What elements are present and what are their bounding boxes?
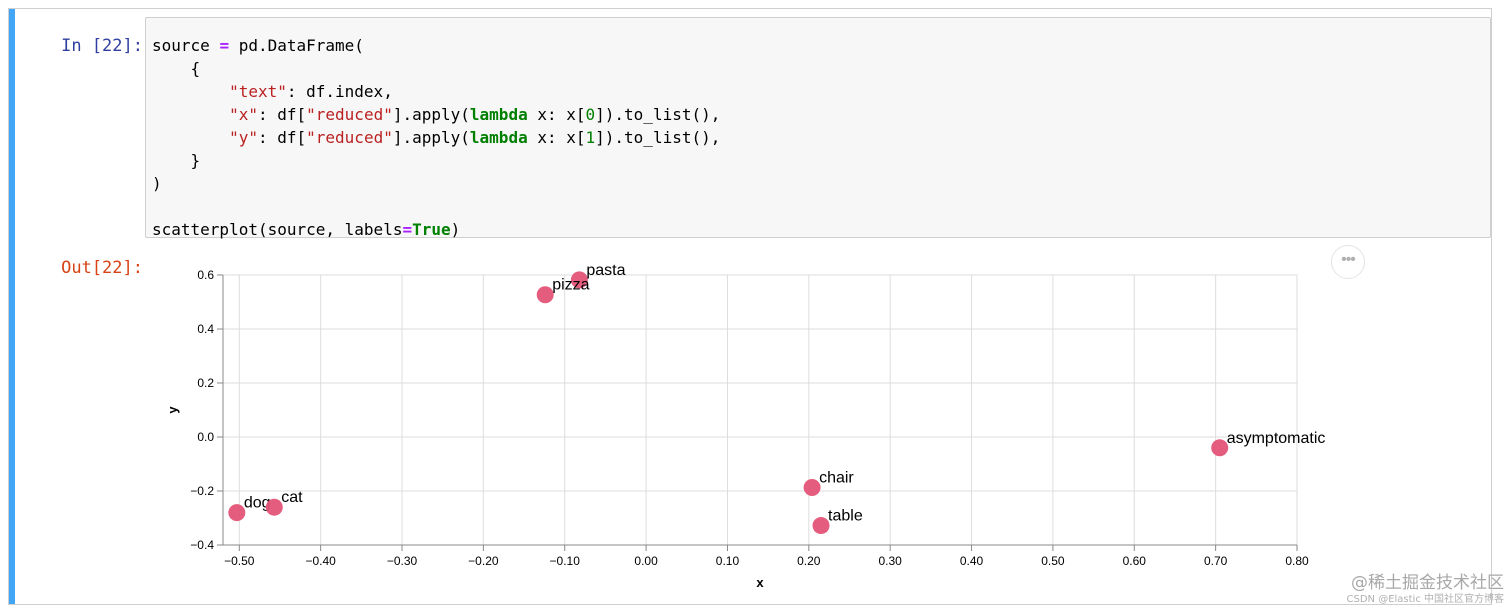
code-token: ]).to_list(), bbox=[595, 128, 721, 147]
watermark-line2: CSDN @Elastic 中国社区官方博客 bbox=[1346, 594, 1505, 605]
point-label: cat bbox=[281, 489, 303, 506]
scatter-chart: −0.50 −0.40 −0.30 −0.20 −0.10 0.00 0.10 0.20 0.3… bbox=[145, 247, 1491, 602]
y-tick-label: 0.4 bbox=[197, 322, 214, 336]
point-label: pizza bbox=[552, 277, 589, 294]
code-line: { bbox=[152, 59, 201, 78]
code-text[interactable]: source = pd.DataFrame( { "text": df.inde… bbox=[146, 18, 1490, 241]
code-line: scatterplot(source, labels=True) bbox=[152, 220, 460, 239]
scatter-point bbox=[228, 504, 246, 522]
code-token: 0 bbox=[585, 105, 596, 124]
code-token: = bbox=[402, 220, 413, 239]
watermark: @稀土掘金技术社区 CSDN @Elastic 中国社区官方博客 bbox=[1347, 573, 1505, 607]
code-token: pd.DataFrame( bbox=[229, 36, 364, 55]
code-token: } bbox=[152, 151, 201, 170]
scatter-point bbox=[803, 478, 821, 496]
code-token: x: x[ bbox=[527, 128, 586, 147]
x-tick-label: 0.30 bbox=[879, 554, 903, 568]
y-axis-title: y bbox=[165, 406, 180, 414]
code-token: "text" bbox=[229, 82, 287, 101]
y-tick-label: 0.0 bbox=[197, 430, 214, 444]
code-token: lambda bbox=[469, 105, 528, 124]
plot-frame bbox=[222, 274, 1298, 546]
point-label: asymptomatic bbox=[1227, 430, 1326, 447]
x-tick-label: 0.70 bbox=[1204, 554, 1228, 568]
x-tick-label: −0.30 bbox=[387, 554, 418, 568]
code-token: True bbox=[412, 220, 451, 239]
x-tick-label: −0.20 bbox=[468, 554, 499, 568]
scatter-point bbox=[536, 286, 554, 304]
chart-actions-menu-icon[interactable]: ••• bbox=[1331, 245, 1365, 279]
code-token: ) bbox=[450, 220, 461, 239]
code-token: : df[ bbox=[257, 105, 307, 124]
x-tick-label: 0.40 bbox=[960, 554, 984, 568]
scatter-point bbox=[1211, 439, 1229, 457]
code-token: { bbox=[152, 59, 201, 78]
x-tick-label: −0.10 bbox=[550, 554, 581, 568]
code-token: lambda bbox=[469, 128, 528, 147]
code-token: ]).to_list(), bbox=[595, 105, 721, 124]
watermark-line1: @稀土掘金技术社区 bbox=[1351, 573, 1504, 593]
code-token: "reduced" bbox=[306, 105, 393, 124]
code-line: "y": df["reduced"].apply(lambda x: x[1])… bbox=[152, 128, 720, 147]
code-token: ].apply( bbox=[392, 128, 470, 147]
x-tick-label: −0.50 bbox=[224, 554, 255, 568]
point-label: pasta bbox=[586, 262, 625, 279]
y-tick-label: 0.2 bbox=[197, 376, 214, 390]
x-tick-label: 0.20 bbox=[797, 554, 821, 568]
code-token: = bbox=[219, 36, 230, 55]
code-token: ].apply( bbox=[392, 105, 470, 124]
point-label: chair bbox=[819, 469, 854, 486]
code-token: 1 bbox=[585, 128, 596, 147]
code-line: "text": df.index, bbox=[152, 82, 393, 101]
y-tick-label: −0.2 bbox=[190, 484, 214, 498]
code-line: "x": df["reduced"].apply(lambda x: x[0])… bbox=[152, 105, 720, 124]
code-token: source bbox=[152, 36, 220, 55]
output-prompt: Out[22]: bbox=[61, 258, 143, 278]
code-token: x: x[ bbox=[527, 105, 586, 124]
code-editor[interactable]: source = pd.DataFrame( { "text": df.inde… bbox=[145, 17, 1491, 241]
code-line: source = pd.DataFrame( bbox=[152, 36, 364, 55]
input-prompt: In [22]: bbox=[61, 36, 143, 56]
y-tick-label: −0.4 bbox=[190, 538, 214, 552]
notebook-cell[interactable]: In [22]: source = pd.DataFrame( { "text"… bbox=[8, 8, 1492, 605]
cell-selection-bar bbox=[9, 9, 15, 604]
code-token: : df.index, bbox=[286, 82, 393, 101]
x-tick-label: −0.40 bbox=[305, 554, 336, 568]
x-tick-label: 0.00 bbox=[634, 554, 658, 568]
x-tick-label: 0.80 bbox=[1285, 554, 1309, 568]
code-token: : df[ bbox=[257, 128, 307, 147]
code-token: "x" bbox=[229, 105, 258, 124]
code-token: scatterplot(source, labels bbox=[152, 220, 403, 239]
code-token: ) bbox=[152, 174, 162, 193]
scatter-point bbox=[812, 517, 830, 535]
y-tick-label: 0.6 bbox=[197, 268, 214, 282]
chart-svg: −0.50 −0.40 −0.30 −0.20 −0.10 0.00 0.10 0.20 0.3… bbox=[165, 262, 1326, 590]
code-token: "reduced" bbox=[306, 128, 393, 147]
code-token: "y" bbox=[229, 128, 258, 147]
point-label: table bbox=[828, 508, 863, 525]
x-tick-label: 0.10 bbox=[716, 554, 740, 568]
code-line: ) bbox=[152, 174, 162, 193]
scatter-point bbox=[265, 498, 283, 516]
x-axis-title: x bbox=[756, 575, 764, 590]
code-line: } bbox=[152, 151, 201, 170]
x-tick-label: 0.50 bbox=[1041, 554, 1065, 568]
x-tick-label: 0.60 bbox=[1123, 554, 1147, 568]
